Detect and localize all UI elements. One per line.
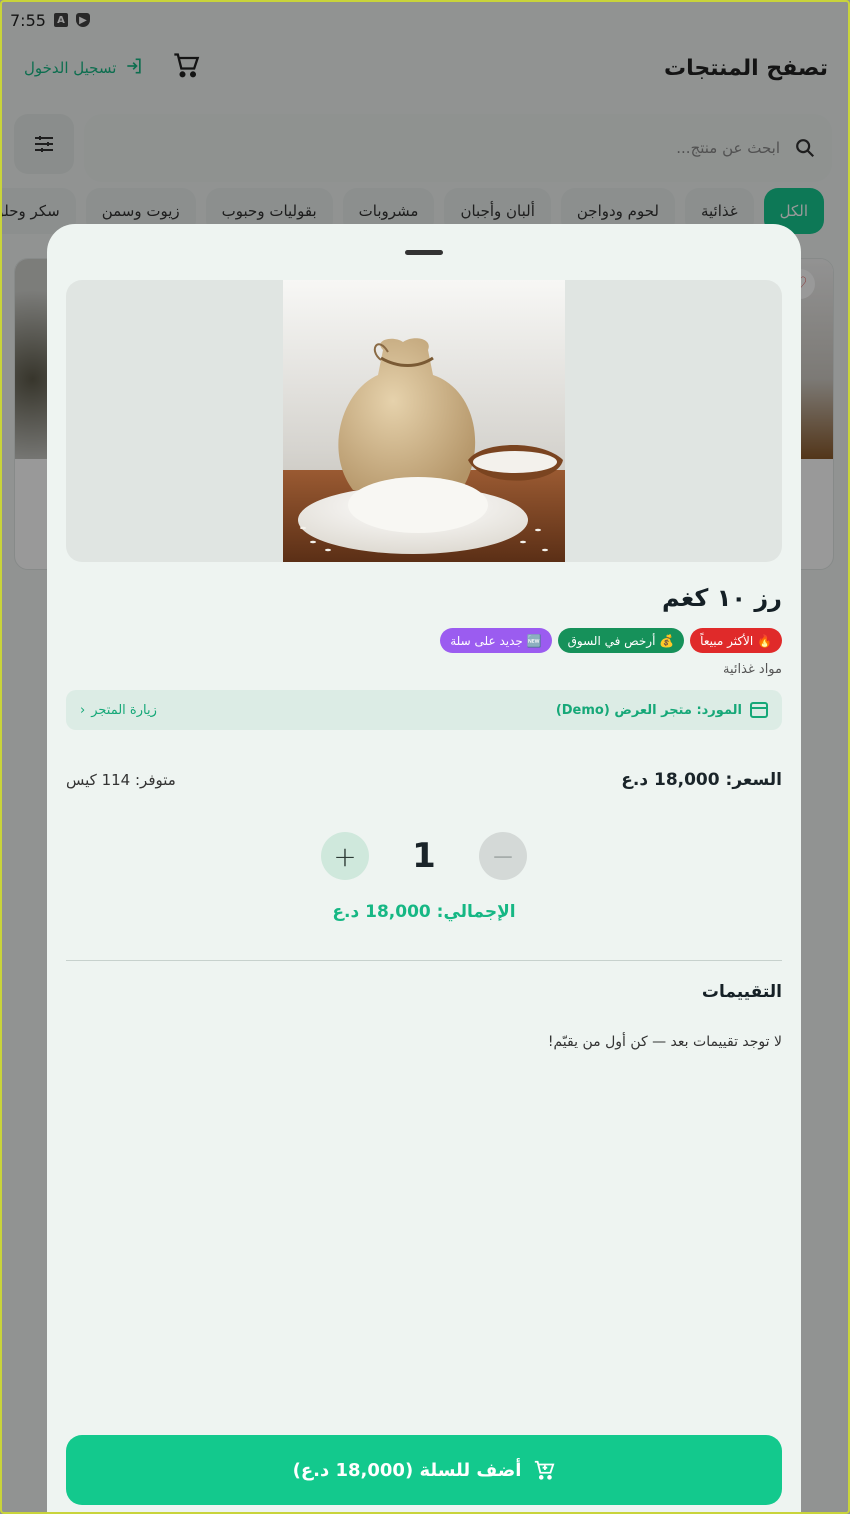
product-badges: 🔥 الأكثر مبيعاً 💰 أرخص في السوق 🆕 جديد ع…	[440, 628, 782, 653]
supplier-info: المورد: متجر العرض (Demo)	[556, 702, 768, 718]
cart-plus-icon	[535, 1460, 555, 1480]
price-value: 18,000 د.ع	[621, 770, 720, 790]
badge-best-seller: 🔥 الأكثر مبيعاً	[690, 628, 782, 653]
visit-store-label: زيارة المتجر	[91, 702, 157, 718]
product-detail-sheet: رز ١٠ كغم 🔥 الأكثر مبيعاً 💰 أرخص في السو…	[47, 224, 801, 1514]
divider	[66, 960, 782, 961]
badge-new: 🆕 جديد على سلة	[440, 628, 552, 653]
total-label: الإجمالي:	[436, 902, 516, 922]
price-row: السعر: 18,000 د.ع متوفر: 114 كيس	[66, 770, 782, 790]
ratings-title: التقييمات	[701, 982, 782, 1002]
product-image-panel	[66, 280, 782, 562]
product-category: مواد غذائية	[723, 662, 782, 677]
rice-bag-image	[283, 280, 565, 562]
visit-store-link[interactable]: زيارة المتجر ‹	[80, 703, 157, 718]
increase-quantity-button[interactable]: +	[321, 832, 369, 880]
ratings-empty-text: لا توجد تقييمات بعد — كن أول من يقيّم!	[547, 1034, 782, 1050]
badge-cheapest: 💰 أرخص في السوق	[557, 628, 685, 653]
chevron-left-icon: ‹	[80, 702, 86, 718]
sheet-drag-handle[interactable]	[405, 250, 443, 255]
quantity-value: 1	[412, 836, 436, 876]
stock-label: متوفر:	[134, 771, 176, 789]
product-title: رز ١٠ كغم	[662, 584, 782, 612]
quantity-stepper: − 1 +	[47, 832, 801, 880]
add-to-cart-label: أضف للسلة (18,000 د.ع)	[292, 1459, 522, 1481]
stock-value: 114 كيس	[66, 771, 131, 789]
decrease-quantity-button[interactable]: −	[479, 832, 527, 880]
price: السعر: 18,000 د.ع	[621, 770, 782, 790]
supplier-label: المورد: متجر العرض (Demo)	[555, 702, 742, 718]
add-to-cart-button[interactable]: أضف للسلة (18,000 د.ع)	[66, 1435, 782, 1505]
price-label: السعر:	[725, 770, 782, 790]
stock: متوفر: 114 كيس	[66, 771, 176, 789]
total-value: 18,000 د.ع	[332, 902, 431, 922]
supplier-row: المورد: متجر العرض (Demo) زيارة المتجر ‹	[66, 690, 782, 730]
total-price: الإجمالي: 18,000 د.ع	[47, 902, 801, 922]
store-icon	[750, 702, 768, 718]
